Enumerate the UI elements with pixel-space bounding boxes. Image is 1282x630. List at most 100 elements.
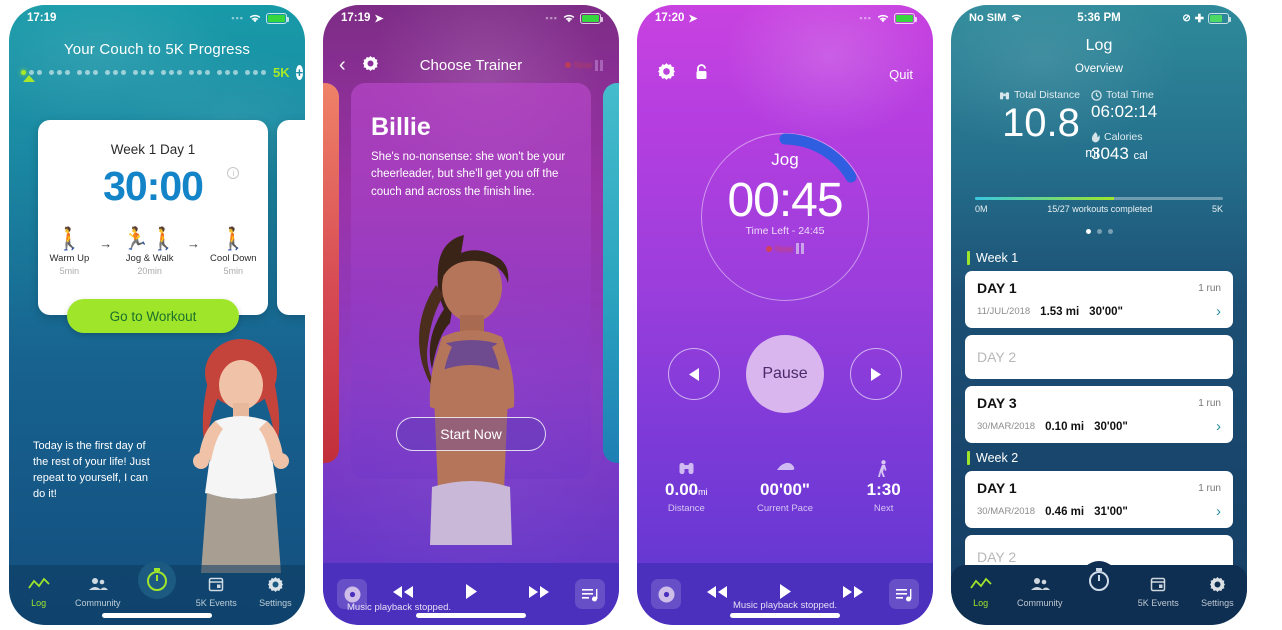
table-row[interactable]: DAY 1 1 run 11/JUL/2018 1.53 mi 30'00" › (965, 271, 1233, 328)
workout-step-jogwalk: 🏃🚶 Jog & Walk 20min (122, 222, 177, 277)
battery-charging-icon (894, 12, 917, 24)
runs-count: 1 run (1198, 282, 1221, 294)
next-workout-card-peek[interactable] (277, 120, 305, 315)
sidebar-item-5k-events[interactable]: 5K Events (187, 573, 246, 608)
workout-card[interactable]: Week 1 Day 1 30:00 i 🚶 Warm Up 5min → 🏃🚶… (38, 120, 268, 333)
table-row[interactable]: DAY 2 (965, 335, 1233, 379)
trainer-name: Billie (371, 113, 431, 141)
quit-button[interactable]: Quit (889, 67, 913, 82)
walk-icon (834, 460, 933, 480)
avatar (193, 339, 289, 573)
stat-label: Distance (667, 503, 705, 514)
stat-distance: 0.00mi Distance (637, 460, 736, 514)
recording-label: Now (573, 60, 592, 70)
chevron-right-icon[interactable]: › (1216, 303, 1221, 320)
location-arrow-icon: ➤ (688, 12, 698, 25)
wifi-icon (563, 14, 575, 22)
tab-label: Community (75, 598, 121, 608)
sidebar-item-settings[interactable]: Settings (1188, 573, 1247, 608)
record-dot-icon (564, 62, 571, 68)
summary-stats: Total Distance 10.8 mi Total Time 06:02:… (973, 89, 1225, 184)
sidebar-item-community[interactable]: Community (1010, 573, 1069, 608)
stopwatch-icon[interactable] (138, 561, 176, 599)
page-dots[interactable] (951, 229, 1247, 234)
page-dot[interactable] (1107, 229, 1113, 234)
total-distance-value: 10.8 (1002, 101, 1080, 145)
week-progress-dots[interactable]: 5K + (21, 65, 304, 80)
sidebar-item-5k-events[interactable]: 5K Events (1129, 573, 1188, 608)
run-duration: 30'00" (1094, 420, 1128, 433)
record-dot-icon (765, 245, 772, 252)
sidebar-item-log[interactable]: Log (951, 573, 1010, 608)
tab-label: Settings (1201, 598, 1234, 608)
home-indicator (102, 613, 212, 618)
pause-bars-icon (595, 59, 603, 71)
previous-interval-button[interactable] (668, 348, 720, 400)
workout-step-cooldown: 🚶 Cool Down 5min (210, 222, 256, 277)
progress-labels: 0M 15/27 workouts completed 5K (975, 204, 1223, 214)
status-bar: 17:20 ➤ ▪▪▪ (637, 5, 933, 31)
trainer-card-prev[interactable] (323, 83, 339, 463)
sidebar-item-community[interactable]: Community (68, 573, 127, 608)
workout-toolbar: Quit (637, 61, 933, 87)
lock-icon[interactable] (694, 63, 709, 86)
go-to-workout-button[interactable]: Go to Workout (67, 299, 239, 333)
total-time-caption: Total Time (1091, 89, 1211, 101)
gear-icon[interactable] (657, 62, 676, 86)
sidebar-item-settings[interactable]: Settings (246, 573, 305, 608)
week-label: Week 2 (976, 451, 1019, 465)
stat-label: Current Pace (757, 503, 813, 514)
play-icon[interactable] (464, 583, 478, 605)
start-now-button[interactable]: Start Now (396, 417, 546, 451)
chevron-right-icon[interactable]: › (1216, 418, 1221, 435)
navigation-bar: ‹ Choose Trainer Now (323, 51, 619, 79)
stat-value: 0.00mi (637, 480, 736, 500)
chevron-right-icon[interactable]: › (1216, 503, 1221, 520)
info-icon[interactable]: i (227, 167, 239, 179)
step-minutes: 5min (223, 266, 244, 276)
pause-button[interactable]: Pause (746, 335, 824, 413)
sidebar-item-log[interactable]: Log (9, 573, 68, 608)
total-distance-block: Total Distance 10.8 mi (981, 89, 1101, 160)
walk-icon: 🚶 (55, 226, 84, 251)
status-bar: 17:19 ➤ ▪▪▪ (323, 5, 619, 31)
tab-bar: Log Community 5K Events Settings (951, 561, 1247, 625)
week-day-label: Week 1 Day 1 (110, 142, 196, 157)
runs-count: 1 run (1198, 397, 1221, 409)
trainer-description: She's no-nonsense: she won't be your che… (371, 151, 566, 198)
stat-next: 1:30 Next (834, 460, 933, 514)
status-time: 17:20 (655, 12, 685, 24)
shoe-icon (736, 460, 835, 480)
step-arrow-icon: → (187, 236, 201, 251)
step-name: Jog & Walk (125, 253, 174, 264)
music-status: Music playback stopped. (732, 600, 838, 611)
wifi-icon (249, 14, 261, 22)
cooldown-icon: 🚶 (219, 226, 247, 251)
run-date: 30/MAR/2018 (977, 421, 1036, 432)
battery-icon (1208, 12, 1231, 24)
phone-4-log-overview-screen: No SIM 5:36 PM ⊘ ✚ Log Overview Total Di… (951, 5, 1247, 625)
next-interval-button[interactable] (850, 348, 902, 400)
stopwatch-icon[interactable] (1080, 561, 1118, 599)
home-indicator (416, 613, 526, 618)
page-dot[interactable] (1085, 229, 1091, 234)
step-arrow-icon: → (99, 236, 113, 251)
fast-forward-icon[interactable] (527, 584, 551, 605)
week-header: Week 1 (967, 251, 1233, 265)
stat-value: 00'00" (760, 480, 810, 499)
playlist-icon[interactable] (575, 579, 605, 609)
table-row[interactable]: DAY 1 1 run 30/MAR/2018 0.46 mi 31'00" › (965, 471, 1233, 528)
status-bar: 17:19 ▪▪▪ (9, 5, 305, 31)
progress-start: 0M (975, 204, 988, 214)
workout-stats: 0.00mi Distance 00'00" Current Pace 1:30… (637, 460, 933, 514)
chart-line-icon (951, 573, 1010, 595)
status-time: 17:19 (27, 12, 57, 24)
table-row[interactable]: DAY 3 1 run 30/MAR/2018 0.10 mi 30'00" › (965, 386, 1233, 443)
workout-phase-label: Jog (771, 150, 799, 169)
add-button[interactable]: + (295, 65, 304, 80)
timer-value: 00:45 (727, 174, 843, 227)
page-dot[interactable] (1096, 229, 1102, 234)
trainer-card-next[interactable] (603, 83, 619, 463)
people-icon (1010, 573, 1069, 595)
phone-1-progress-screen: 17:19 ▪▪▪ Your Couch to 5K Progress 5K +… (9, 5, 305, 625)
